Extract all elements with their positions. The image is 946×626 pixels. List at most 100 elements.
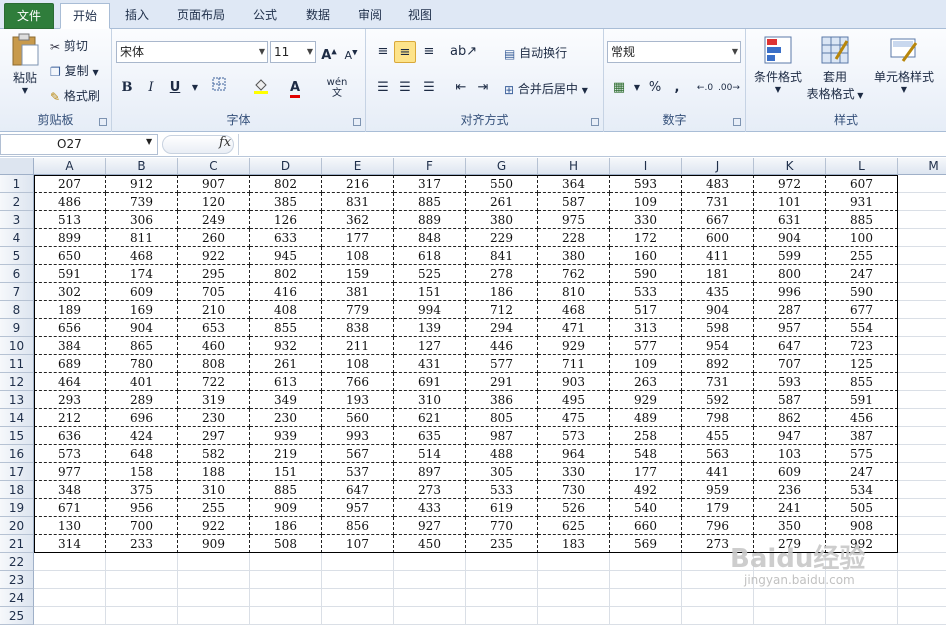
- font-launcher-icon[interactable]: [353, 118, 361, 126]
- cell[interactable]: 537: [322, 463, 394, 481]
- cell[interactable]: 380: [466, 211, 538, 229]
- cell[interactable]: 210: [178, 301, 250, 319]
- cell[interactable]: 972: [754, 175, 826, 193]
- cell[interactable]: [178, 589, 250, 607]
- decrease-indent-button[interactable]: ⇤: [450, 77, 472, 99]
- cell[interactable]: 712: [466, 301, 538, 319]
- cell[interactable]: 577: [610, 337, 682, 355]
- cell[interactable]: [898, 517, 946, 535]
- cell[interactable]: 865: [106, 337, 178, 355]
- cell[interactable]: 932: [250, 337, 322, 355]
- row-header[interactable]: 2: [0, 193, 34, 211]
- align-center-button[interactable]: ☰: [394, 77, 416, 99]
- cell[interactable]: 593: [610, 175, 682, 193]
- row-header[interactable]: 21: [0, 535, 34, 553]
- cell[interactable]: 563: [682, 445, 754, 463]
- align-top-button[interactable]: ≡: [372, 41, 394, 63]
- cell[interactable]: 408: [250, 301, 322, 319]
- cell[interactable]: 450: [394, 535, 466, 553]
- cell[interactable]: 621: [394, 409, 466, 427]
- row-header[interactable]: 19: [0, 499, 34, 517]
- cell[interactable]: 179: [682, 499, 754, 517]
- cell[interactable]: 660: [610, 517, 682, 535]
- cell[interactable]: [898, 229, 946, 247]
- cell[interactable]: 909: [178, 535, 250, 553]
- cell[interactable]: 435: [682, 283, 754, 301]
- cell[interactable]: 885: [394, 193, 466, 211]
- cell[interactable]: 380: [538, 247, 610, 265]
- cell[interactable]: 514: [394, 445, 466, 463]
- cell[interactable]: 802: [250, 175, 322, 193]
- name-box[interactable]: O27: [0, 134, 158, 155]
- cell[interactable]: 489: [610, 409, 682, 427]
- cell[interactable]: 247: [826, 265, 898, 283]
- cell[interactable]: 904: [682, 301, 754, 319]
- cell[interactable]: 101: [754, 193, 826, 211]
- cell[interactable]: 810: [538, 283, 610, 301]
- cell[interactable]: 892: [682, 355, 754, 373]
- cell[interactable]: 125: [826, 355, 898, 373]
- cell[interactable]: 648: [106, 445, 178, 463]
- cell[interactable]: [898, 193, 946, 211]
- column-header-i[interactable]: I: [610, 158, 682, 175]
- cell[interactable]: 885: [250, 481, 322, 499]
- cell[interactable]: 230: [178, 409, 250, 427]
- column-header-e[interactable]: E: [322, 158, 394, 175]
- tab-review[interactable]: 审阅: [350, 3, 390, 29]
- cell[interactable]: 731: [682, 373, 754, 391]
- row-header[interactable]: 8: [0, 301, 34, 319]
- cell[interactable]: [106, 607, 178, 625]
- row-header[interactable]: 16: [0, 445, 34, 463]
- merge-center-button[interactable]: ⊞ 合并后居中 ▼: [504, 80, 588, 97]
- cell[interactable]: 841: [466, 247, 538, 265]
- row-header[interactable]: 4: [0, 229, 34, 247]
- cell[interactable]: 130: [34, 517, 106, 535]
- row-header[interactable]: 11: [0, 355, 34, 373]
- cell[interactable]: 975: [538, 211, 610, 229]
- cell[interactable]: 587: [754, 391, 826, 409]
- cell[interactable]: 287: [754, 301, 826, 319]
- cell[interactable]: 375: [106, 481, 178, 499]
- align-left-button[interactable]: ☰: [372, 77, 394, 99]
- cell[interactable]: [898, 265, 946, 283]
- cell[interactable]: 885: [826, 211, 898, 229]
- cell[interactable]: 811: [106, 229, 178, 247]
- cell[interactable]: 526: [538, 499, 610, 517]
- cell[interactable]: 550: [466, 175, 538, 193]
- cell[interactable]: 348: [34, 481, 106, 499]
- row-header[interactable]: 18: [0, 481, 34, 499]
- cell[interactable]: [898, 373, 946, 391]
- cell[interactable]: 897: [394, 463, 466, 481]
- cell[interactable]: 350: [754, 517, 826, 535]
- conditional-format-button[interactable]: 条件格式 ▼: [750, 35, 806, 94]
- cell[interactable]: 364: [538, 175, 610, 193]
- cell[interactable]: 856: [322, 517, 394, 535]
- cell[interactable]: [34, 571, 106, 589]
- cell[interactable]: 247: [826, 463, 898, 481]
- cell[interactable]: 310: [394, 391, 466, 409]
- cell[interactable]: [178, 607, 250, 625]
- cell[interactable]: 956: [106, 499, 178, 517]
- cell[interactable]: 705: [178, 283, 250, 301]
- column-header-m[interactable]: M: [898, 158, 946, 175]
- underline-button[interactable]: U: [164, 77, 186, 99]
- cell[interactable]: 582: [178, 445, 250, 463]
- cell[interactable]: 609: [754, 463, 826, 481]
- column-header-d[interactable]: D: [250, 158, 322, 175]
- cell[interactable]: 619: [466, 499, 538, 517]
- cell[interactable]: 306: [106, 211, 178, 229]
- row-header[interactable]: 9: [0, 319, 34, 337]
- cell[interactable]: 177: [610, 463, 682, 481]
- cell[interactable]: 957: [754, 319, 826, 337]
- cell[interactable]: 996: [754, 283, 826, 301]
- cell[interactable]: 216: [322, 175, 394, 193]
- cell[interactable]: 416: [250, 283, 322, 301]
- cell[interactable]: 181: [682, 265, 754, 283]
- cell[interactable]: 722: [178, 373, 250, 391]
- cell[interactable]: 424: [106, 427, 178, 445]
- cell[interactable]: 314: [34, 535, 106, 553]
- cell[interactable]: [538, 607, 610, 625]
- align-bottom-button[interactable]: ≡: [418, 41, 440, 63]
- cell[interactable]: [898, 391, 946, 409]
- cell[interactable]: 294: [466, 319, 538, 337]
